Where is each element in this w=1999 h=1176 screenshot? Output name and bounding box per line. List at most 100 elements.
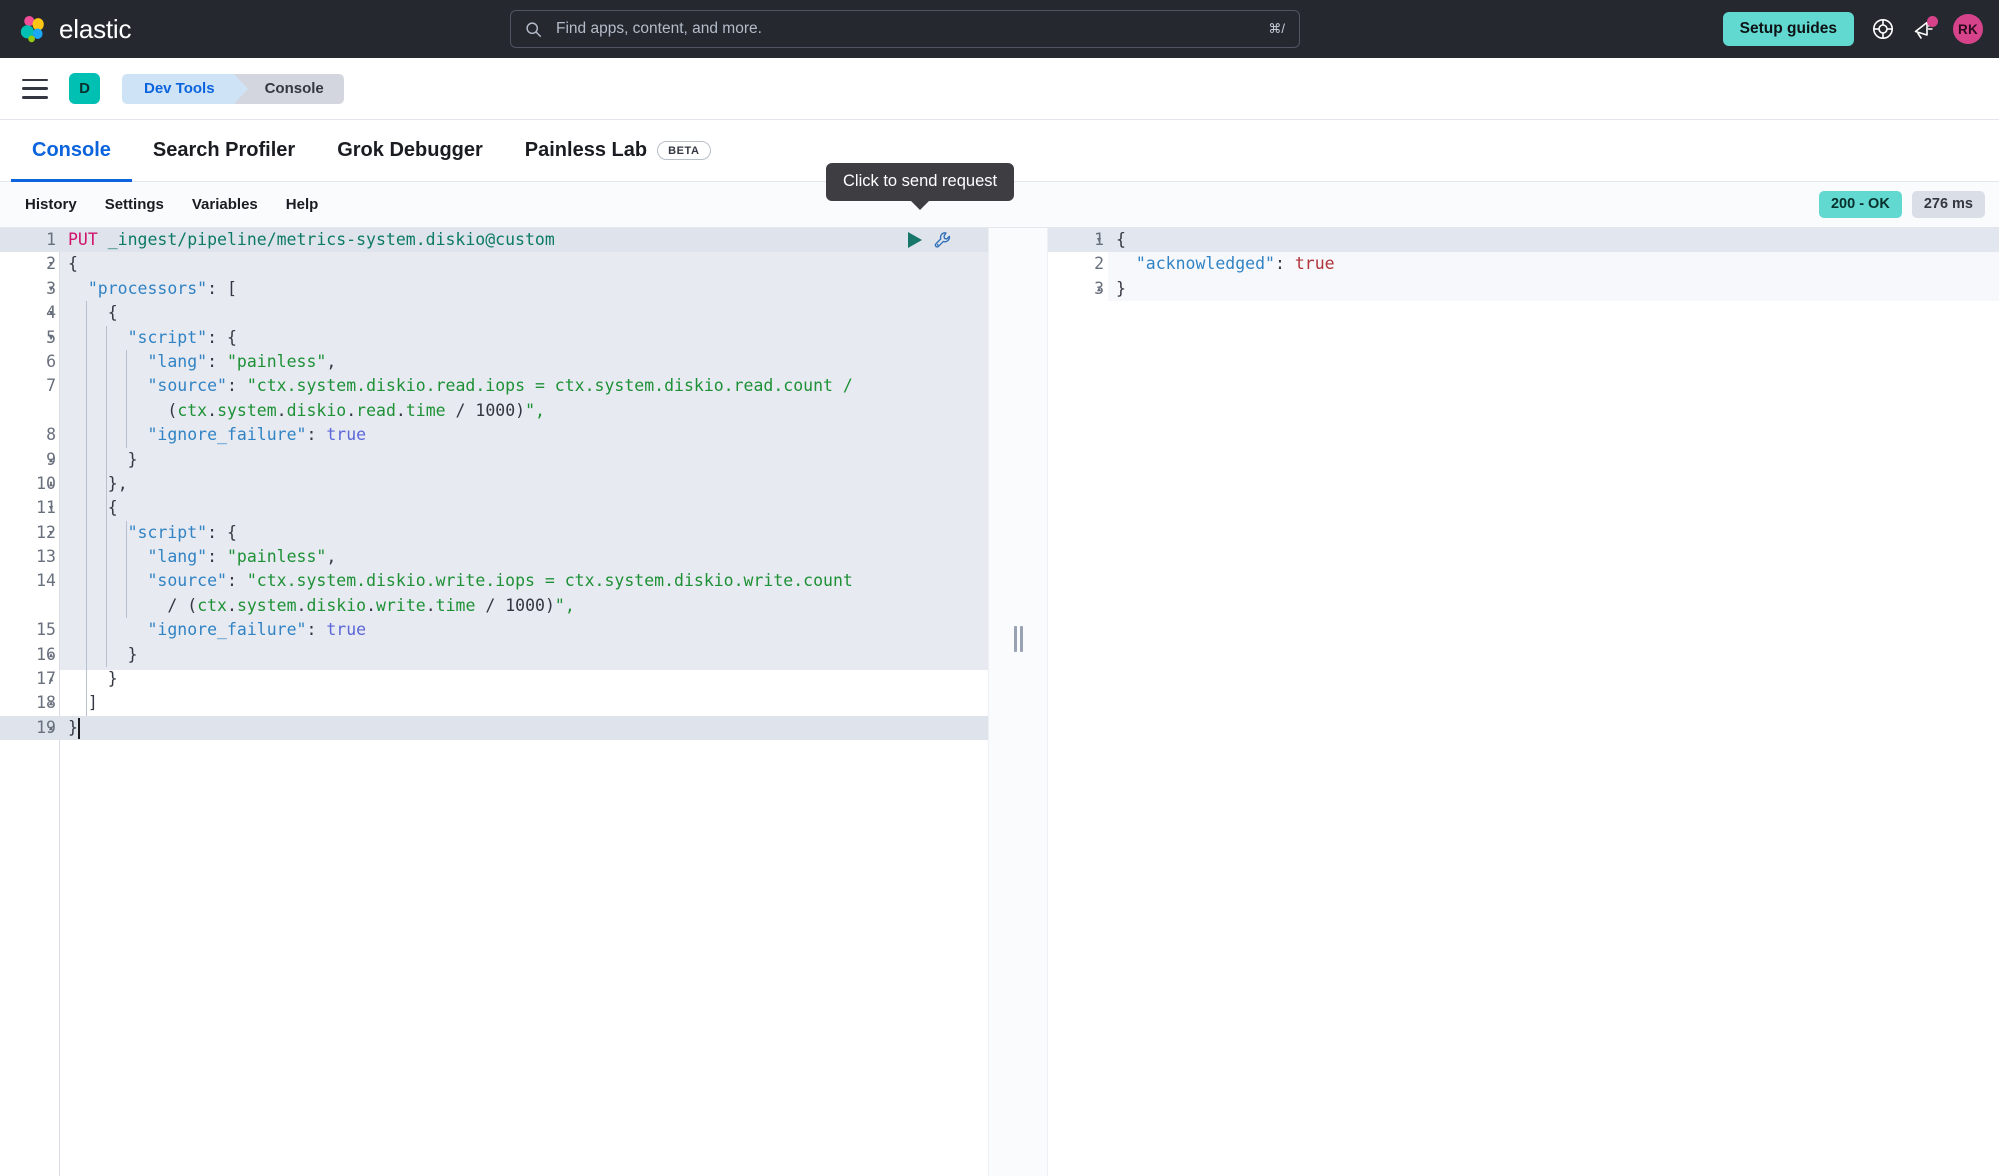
line-number: 8 (46, 425, 56, 445)
fold-toggle-icon[interactable]: ▾ (45, 521, 57, 545)
fold-toggle-icon[interactable]: ▴ (45, 448, 57, 472)
elastic-logo-icon (18, 14, 48, 44)
code-line[interactable]: 4 ▾ { (0, 301, 988, 325)
line-number: 3 ▾ (0, 277, 60, 301)
breadcrumb-bar: D Dev Tools Console (0, 58, 1999, 120)
code-line[interactable]: 1 PUT _ingest/pipeline/metrics-system.dis… (0, 228, 988, 253)
fold-toggle-icon[interactable]: ▾ (45, 301, 57, 325)
play-send-request-icon[interactable] (908, 232, 922, 249)
hamburger-menu-icon[interactable] (22, 78, 48, 99)
request-code-lines[interactable]: 1 PUT _ingest/pipeline/metrics-system.dis… (0, 228, 988, 741)
line-number: 17 ▴ (0, 667, 60, 691)
code-line: 3 ▴} (1048, 277, 1999, 301)
code-line[interactable]: 16 ▴ } (0, 643, 988, 667)
global-header: elastic ⌘/ Setup guides (0, 0, 1999, 58)
response-gutter-background (1048, 228, 1108, 1176)
code-line[interactable]: 12 ▾ "script": { (0, 521, 988, 545)
fold-toggle-icon[interactable]: ▴ (45, 643, 57, 667)
code-text: { (68, 254, 78, 274)
line-number: 11 ▾ (0, 496, 60, 520)
line-number: 15 (36, 620, 56, 640)
code-line[interactable]: 9 ▴ } (0, 448, 988, 472)
code-line[interactable]: 7 "source": "ctx.system.diskio.read.iops… (0, 374, 988, 398)
code-line[interactable]: 14 "source": "ctx.system.diskio.write.io… (0, 569, 988, 593)
line-number: 2 ▾ (0, 252, 60, 276)
code-line[interactable]: 6 "lang": "painless", (0, 350, 988, 374)
global-search-box[interactable]: ⌘/ (510, 10, 1300, 48)
code-line[interactable]: 5 ▾ "script": { (0, 326, 988, 350)
tab-label: Console (32, 139, 111, 161)
line-number: 10 ▴ (0, 472, 60, 496)
code-line: 1 ▾ { (1048, 228, 1999, 253)
line-number: 5 ▾ (0, 326, 60, 350)
line-number: 4 ▾ (0, 301, 60, 325)
notification-badge-dot (1927, 16, 1938, 27)
code-text: "source": "ctx.system.diskio.write.iops … (147, 571, 853, 591)
tab-grok-debugger[interactable]: Grok Debugger (316, 122, 504, 182)
fold-toggle-icon[interactable]: ▴ (45, 667, 57, 691)
response-code-lines: 1 ▾{2 "acknowledged": true 3 ▴} (1048, 228, 1999, 301)
fold-toggle-icon[interactable]: ▴ (1093, 277, 1105, 301)
code-text: (ctx.system.diskio.read.time / 1000)", (167, 400, 545, 420)
tab-label: Search Profiler (152, 139, 296, 161)
code-line[interactable]: 19 ▴} (0, 715, 988, 741)
line-number: 14 (36, 571, 56, 591)
fold-toggle-icon[interactable]: ▾ (45, 326, 57, 350)
line-number (0, 594, 60, 618)
tab-console[interactable]: Console (11, 122, 132, 182)
response-time-badge: 276 ms (1911, 191, 1985, 218)
code-text: } (127, 449, 138, 469)
text-caret (78, 717, 80, 739)
fold-toggle-icon[interactable]: ▾ (45, 277, 57, 301)
resize-handle-icon[interactable] (1012, 626, 1024, 652)
wrench-settings-icon[interactable] (933, 230, 953, 250)
code-line[interactable]: 13 "lang": "painless", (0, 545, 988, 569)
code-line[interactable]: / (ctx.system.diskio.write.time / 1000)"… (0, 594, 988, 618)
line-number: 1 (46, 230, 56, 249)
fold-toggle-icon[interactable]: ▴ (45, 472, 57, 496)
header-actions: Setup guides RK (1722, 0, 1983, 58)
code-line[interactable]: 17 ▴ } (0, 667, 988, 691)
breadcrumb-item-console[interactable]: Console (234, 73, 344, 104)
space-avatar[interactable]: D (69, 73, 100, 104)
fold-toggle-icon[interactable]: ▴ (45, 691, 57, 715)
setup-guides-button[interactable]: Setup guides (1722, 12, 1854, 46)
code-text: "acknowledged": true (1135, 254, 1335, 274)
fold-toggle-icon[interactable]: ▾ (1093, 228, 1105, 252)
line-number: 1 ▾ (1048, 228, 1108, 252)
avatar[interactable]: RK (1953, 14, 1983, 44)
line-number: 13 (36, 547, 56, 567)
code-line[interactable]: 11 ▾ { (0, 496, 988, 520)
fold-toggle-icon[interactable]: ▾ (45, 496, 57, 520)
tab-painless-lab[interactable]: Painless Lab BETA (504, 122, 732, 182)
code-line[interactable]: 8 "ignore_failure": true (0, 423, 988, 447)
response-editor-pane[interactable]: 1 ▾{2 "acknowledged": true 3 ▴} (1048, 228, 1999, 1176)
toolbar-item-help[interactable]: Help (272, 197, 333, 212)
brand[interactable]: elastic (18, 14, 131, 45)
request-editor-pane[interactable]: 1 PUT _ingest/pipeline/metrics-system.dis… (0, 228, 988, 1176)
tab-label: Grok Debugger (337, 139, 483, 161)
search-shortcut-hint: ⌘/ (1268, 21, 1285, 36)
search-input[interactable] (554, 19, 1269, 39)
code-line[interactable]: (ctx.system.diskio.read.time / 1000)", (0, 399, 988, 423)
megaphone-announcements-icon[interactable] (1912, 16, 1938, 41)
lifebuoy-help-icon[interactable] (1871, 17, 1895, 41)
code-line[interactable]: 2 ▾ { (0, 252, 988, 276)
code-line[interactable]: 10 ▴ }, (0, 472, 988, 496)
fold-toggle-icon[interactable]: ▾ (45, 252, 57, 276)
breadcrumb-item-dev-tools[interactable]: Dev Tools (122, 73, 248, 104)
code-line[interactable]: 3 ▾ "processors": [ (0, 277, 988, 301)
pane-splitter[interactable] (988, 228, 1048, 1176)
code-text: } (68, 717, 78, 737)
line-number (0, 399, 60, 423)
toolbar-item-history[interactable]: History (11, 197, 91, 212)
code-line[interactable]: 18 ▴ ] (0, 691, 988, 715)
toolbar-item-settings[interactable]: Settings (91, 197, 178, 212)
code-text: "script": { (127, 522, 237, 542)
fold-toggle-icon[interactable]: ▴ (45, 716, 57, 740)
code-text: "script": { (127, 327, 237, 347)
code-line[interactable]: 15 "ignore_failure": true (0, 618, 988, 642)
line-number: 6 (46, 351, 56, 371)
toolbar-item-variables[interactable]: Variables (178, 197, 272, 212)
tab-search-profiler[interactable]: Search Profiler (132, 122, 316, 182)
